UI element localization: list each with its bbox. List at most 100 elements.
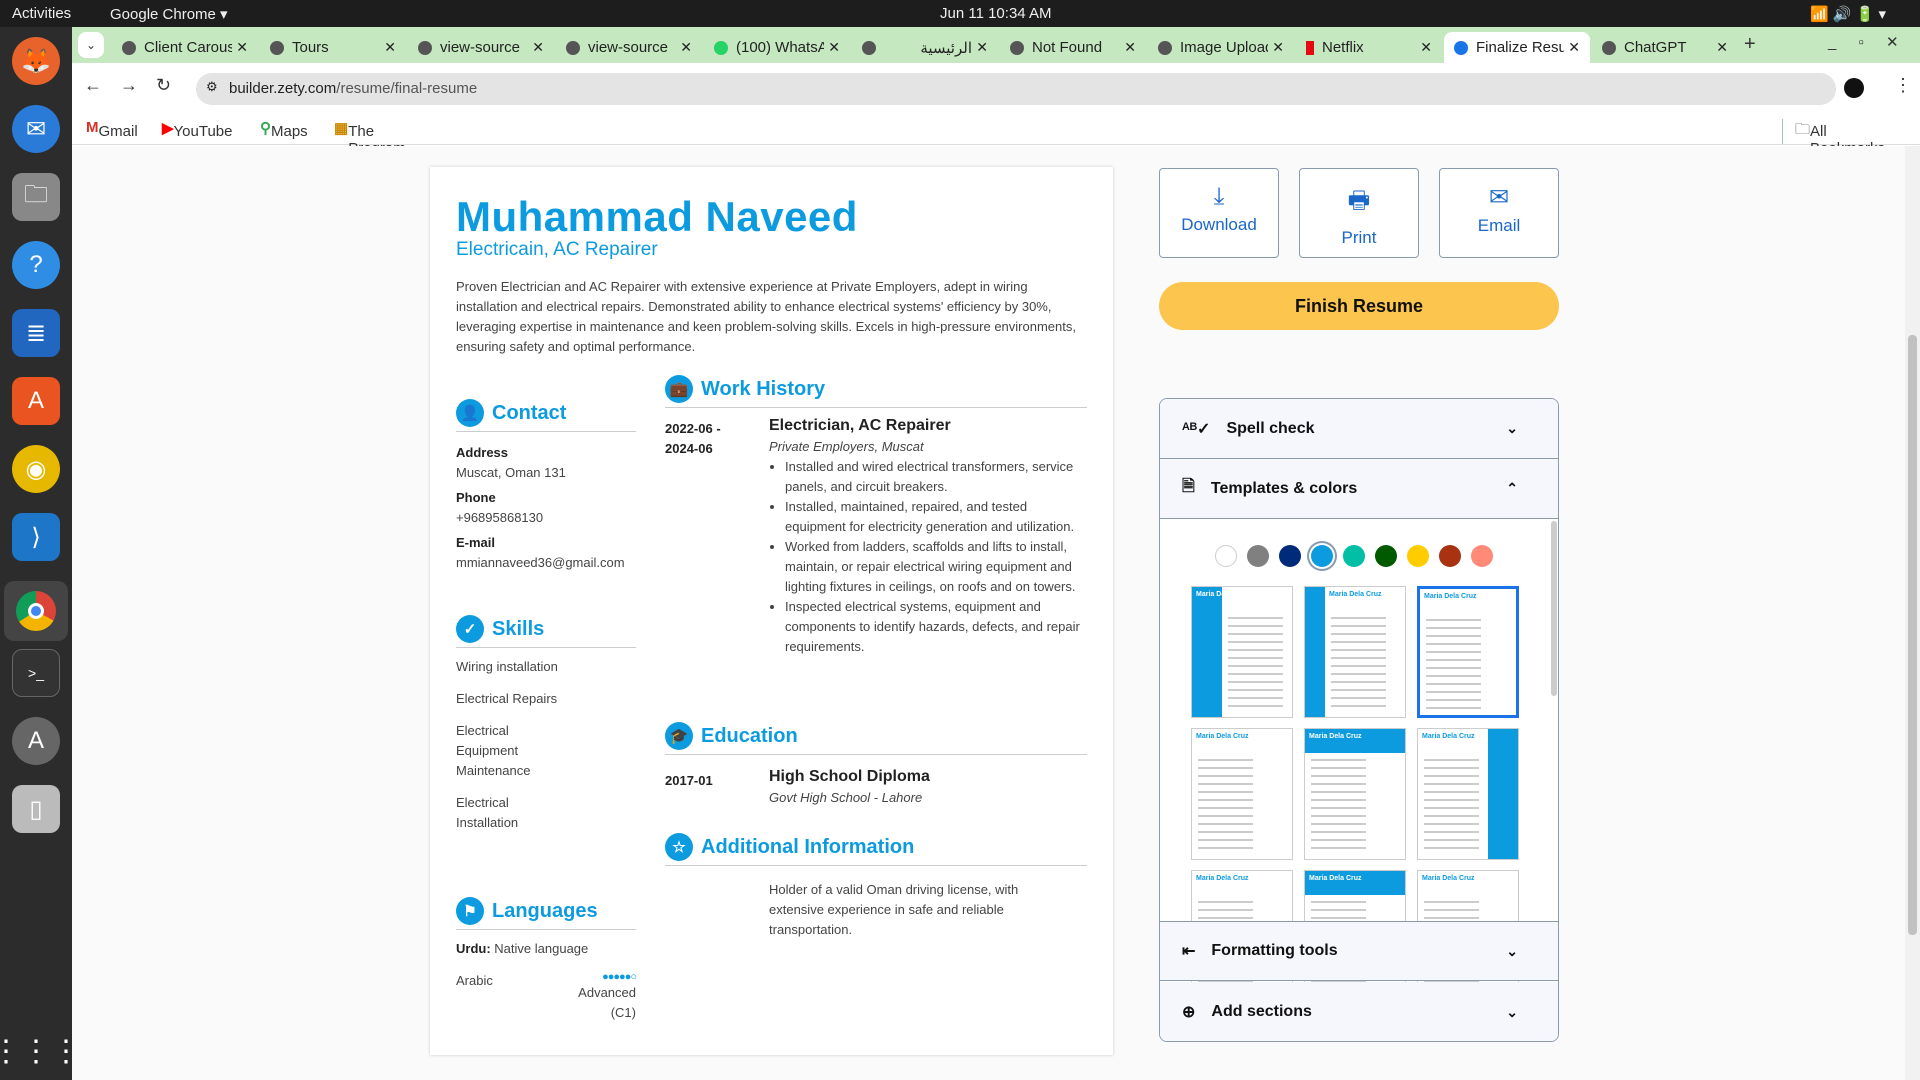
download-button[interactable]: ⤓ Download [1159, 168, 1279, 258]
updater-icon[interactable]: A [12, 717, 60, 765]
tab[interactable]: view-source ✕ [556, 32, 702, 63]
writer-icon[interactable]: ≣ [12, 309, 60, 357]
close-tab-icon[interactable]: ✕ [532, 39, 544, 56]
close-tab-icon[interactable]: ✕ [1716, 39, 1728, 56]
app-menu[interactable]: Google Chrome ▾ [110, 5, 228, 23]
formatting-tools-toggle[interactable]: ⇤ Formatting tools ⌄ [1160, 921, 1558, 981]
tab-active[interactable]: Finalize Resume✕ [1444, 32, 1590, 63]
print-button[interactable]: 🖶 Print [1299, 168, 1419, 258]
page-scrollbar-thumb[interactable] [1908, 335, 1917, 935]
bookmark-gmail[interactable]: M Gmail [86, 119, 138, 140]
thunderbird-icon[interactable]: ✉ [12, 105, 60, 153]
color-swatch[interactable] [1375, 545, 1397, 567]
system-tray-icons[interactable]: 📶 🔊 🔋 ▾ [1810, 5, 1886, 23]
spell-check-toggle[interactable]: ᴬᴮ✓ Spell check ⌄ [1160, 399, 1558, 459]
clock[interactable]: Jun 11 10:34 AM [940, 5, 1051, 22]
template-thumbnail[interactable]: Maria Dela Cruz [1304, 586, 1406, 718]
help-icon[interactable]: ? [12, 241, 60, 289]
tab-search-button[interactable]: ⌄ [78, 32, 104, 58]
vscode-icon[interactable]: ⟩ [12, 513, 60, 561]
forward-button[interactable]: → [120, 75, 138, 96]
panel-scrollbar[interactable] [1551, 521, 1557, 696]
profile-avatar[interactable] [1844, 78, 1864, 98]
activities-button[interactable]: Activities [12, 5, 71, 22]
email-button[interactable]: ✉ Email [1439, 168, 1559, 258]
window-controls[interactable]: _ ▫ ✕ [1828, 33, 1899, 51]
download-icon: ⤓ [1213, 183, 1225, 210]
education-date: 2017-01 [665, 773, 713, 788]
close-tab-icon[interactable]: ✕ [828, 39, 840, 56]
close-tab-icon[interactable]: ✕ [680, 39, 692, 56]
color-swatch[interactable] [1311, 545, 1333, 567]
netflix-icon [1306, 40, 1314, 55]
show-apps-icon[interactable]: ⋮⋮⋮ [0, 1027, 81, 1075]
close-tab-icon[interactable]: ✕ [1420, 39, 1432, 56]
contact-heading: 👤 Contact [456, 399, 636, 432]
star-icon: ☆ [665, 833, 693, 861]
work-heading: 💼 Work History [665, 375, 1087, 408]
close-tab-icon[interactable]: ✕ [976, 39, 988, 56]
color-swatch[interactable] [1215, 545, 1237, 567]
envelope-icon: ✉ [1488, 184, 1510, 211]
all-bookmarks-button[interactable]: 🗀 All Bookmarks [1782, 119, 1885, 157]
tab[interactable]: Netflix ✕ [1296, 32, 1442, 63]
system-top-bar: Activities Google Chrome ▾ Jun 11 10:34 … [0, 0, 1920, 27]
tab[interactable]: ChatGPT ✕ [1592, 32, 1738, 63]
tab[interactable]: (100) WhatsApp✕ [704, 32, 850, 63]
tab[interactable]: Image Upload ✕ [1148, 32, 1294, 63]
archive-icon[interactable]: ▯ [12, 785, 60, 833]
printer-icon: 🖶 [1347, 187, 1371, 214]
tab[interactable]: Tours ✕ [260, 32, 406, 63]
tab[interactable]: Client Carousel✕ [112, 32, 258, 63]
close-tab-icon[interactable]: ✕ [1568, 39, 1580, 56]
dock: 🦊 ✉ 🗀 ? ≣ A ◉ ⟩ >_ A ▯ ⋮⋮⋮ [0, 27, 81, 1080]
additional-heading: ☆ Additional Information [665, 833, 1087, 866]
formatting-icon: ⇤ [1182, 943, 1196, 960]
site-info-icon[interactable]: ⚙ [206, 79, 218, 95]
close-tab-icon[interactable]: ✕ [1272, 39, 1284, 56]
menu-icon[interactable]: ⋮ [1894, 75, 1912, 96]
tab[interactable]: Not Found ✕ [1000, 32, 1146, 63]
template-thumbnail[interactable]: Maria Dela Cruz [1417, 586, 1519, 718]
chrome-icon[interactable] [4, 581, 68, 641]
document-icon: 🗎 [1182, 478, 1195, 495]
new-tab-button[interactable]: + [1744, 33, 1756, 56]
add-sections-toggle[interactable]: ⊕ Add sections ⌄ [1160, 982, 1558, 1041]
color-swatch[interactable] [1439, 545, 1461, 567]
graduation-cap-icon: 🎓 [665, 722, 693, 750]
bookmark-program[interactable]: ▦ The Program o... [334, 119, 406, 174]
files-icon[interactable]: 🗀 [12, 173, 60, 221]
software-center-icon[interactable]: A [12, 377, 60, 425]
bookmark-youtube[interactable]: ▶ YouTube [162, 119, 233, 140]
close-tab-icon[interactable]: ✕ [236, 39, 248, 56]
template-thumbnail[interactable]: Maria Dela Cruz [1304, 728, 1406, 860]
template-thumbnail[interactable]: Maria Dela Cruz [1417, 728, 1519, 860]
resume-name: Muhammad Naveed [456, 193, 858, 240]
close-tab-icon[interactable]: ✕ [384, 39, 396, 56]
close-tab-icon[interactable]: ✕ [1124, 39, 1136, 56]
color-swatch[interactable] [1343, 545, 1365, 567]
back-button[interactable]: ← [84, 75, 102, 96]
color-swatch[interactable] [1247, 545, 1269, 567]
templates-colors-toggle[interactable]: 🗎 Templates & colors ⌃ [1160, 459, 1558, 519]
tab[interactable]: الرئيسية ✕ [852, 32, 998, 63]
color-swatch[interactable] [1279, 545, 1301, 567]
template-thumbnail[interactable]: Maria Dela Cruz [1191, 728, 1293, 860]
spell-check-icon: ᴬᴮ✓ [1182, 420, 1211, 438]
tab[interactable]: view-source ✕ [408, 32, 554, 63]
openai-icon [1602, 40, 1616, 55]
finish-resume-button[interactable]: Finish Resume [1159, 282, 1559, 330]
firefox-icon[interactable]: 🦊 [12, 37, 60, 85]
reload-button[interactable]: ↻ [156, 75, 171, 96]
chevron-down-icon: ⌄ [1506, 420, 1518, 436]
address-bar[interactable]: ⚙ builder.zety.com/resume/final-resume [196, 73, 1836, 105]
color-swatch[interactable] [1471, 545, 1493, 567]
terminal-icon[interactable]: >_ [12, 649, 60, 697]
languages-heading: ⚑ Languages [456, 897, 636, 930]
chevron-up-icon: ⌃ [1506, 480, 1518, 496]
color-swatch[interactable] [1407, 545, 1429, 567]
rhythmbox-icon[interactable]: ◉ [12, 445, 60, 493]
bookmark-maps[interactable]: ⚲ Maps [260, 119, 308, 140]
template-thumbnail[interactable]: Maria Dela Cruz [1191, 586, 1293, 718]
skills-heading: ✓ Skills [456, 615, 636, 648]
